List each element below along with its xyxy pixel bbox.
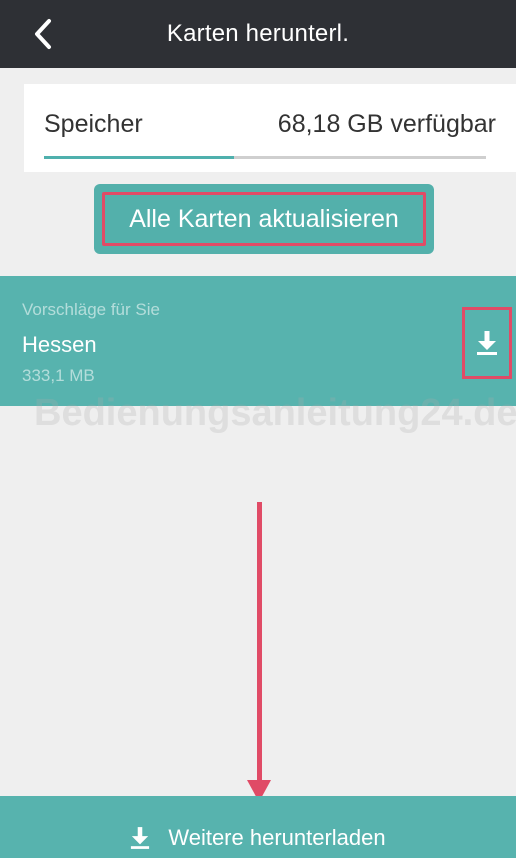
download-icon (477, 331, 497, 355)
storage-usage-fill (44, 156, 235, 159)
chevron-left-icon (35, 19, 51, 49)
page-title: Karten herunterl. (166, 20, 350, 47)
download-map-button[interactable] (462, 307, 512, 379)
download-icon (131, 827, 150, 849)
storage-available: 68,18 GB verfügbar (277, 110, 496, 138)
suggestions-header: Vorschläge für Sie (22, 300, 160, 319)
download-more-button[interactable]: Weitere herunterladen (0, 796, 516, 858)
suggestions-panel: Vorschläge für Sie Hessen 333,1 MB (0, 276, 516, 406)
update-all-maps-label: Alle Karten aktualisieren (129, 204, 399, 233)
back-button[interactable] (28, 16, 58, 52)
annotation-arrow (257, 502, 262, 792)
map-name[interactable]: Hessen (22, 332, 97, 358)
download-more-label: Weitere herunterladen (168, 825, 386, 850)
navigation-bar: Karten herunterl. (0, 0, 516, 68)
update-all-maps-button[interactable]: Alle Karten aktualisieren (94, 184, 434, 254)
storage-label: Speicher (44, 110, 143, 138)
watermark: Bedienungsanleitung24.de (34, 392, 516, 434)
map-size: 333,1 MB (22, 366, 95, 385)
storage-card: Speicher 68,18 GB verfügbar (24, 84, 516, 172)
storage-usage-bar (44, 156, 486, 159)
